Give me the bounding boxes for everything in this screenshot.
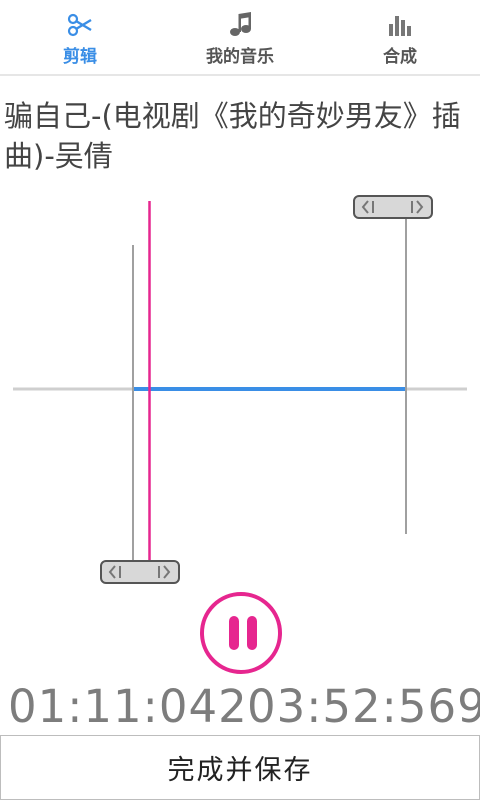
right-drag-handle[interactable] xyxy=(353,195,433,219)
top-tab-bar: 剪辑 我的音乐 合成 xyxy=(0,0,480,76)
left-drag-handle[interactable] xyxy=(100,560,180,584)
song-title: 骗自己-(电视剧《我的奇妙男友》插曲)-吴倩 xyxy=(4,99,461,173)
equalizer-icon xyxy=(320,12,480,38)
pause-button[interactable] xyxy=(200,592,282,674)
tab-my-music[interactable]: 我的音乐 xyxy=(160,0,320,74)
selection-start-time: 01:11:042 xyxy=(8,680,248,733)
tab-my-music-label: 我的音乐 xyxy=(206,47,274,67)
tab-merge-label: 合成 xyxy=(383,47,417,67)
scissors-icon xyxy=(0,12,160,38)
save-button[interactable]: 完成并保存 xyxy=(0,735,480,800)
selection-end-time: 03:52:569 xyxy=(247,680,480,733)
tab-merge[interactable]: 合成 xyxy=(320,0,480,74)
waveform-editor[interactable] xyxy=(0,190,480,590)
pause-icon xyxy=(229,616,239,650)
music-note-icon xyxy=(160,12,320,38)
tab-cut[interactable]: 剪辑 xyxy=(0,0,160,74)
tab-cut-label: 剪辑 xyxy=(63,47,97,67)
save-button-label: 完成并保存 xyxy=(167,755,313,786)
